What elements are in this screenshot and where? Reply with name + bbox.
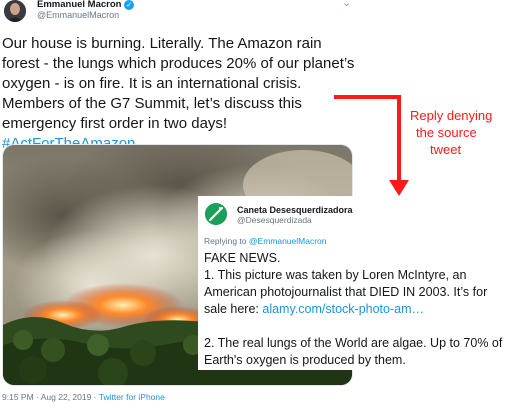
author-handle[interactable]: @EmmanuelMacron — [37, 10, 119, 20]
author-name[interactable]: Emmanuel Macron — [37, 0, 121, 10]
reply-line-3: 2. The real lungs of the World are algae… — [204, 336, 503, 367]
reply-spacer — [204, 318, 504, 335]
reply-source-link[interactable]: alamy.com/stock-photo-am… — [262, 302, 424, 316]
reply-line-1: FAKE NEWS. — [204, 251, 281, 265]
annotation-line-horizontal — [334, 95, 401, 99]
replying-to-prefix: Replying to — [204, 236, 249, 246]
reply-author-name[interactable]: Caneta Desesquerdizadora — [237, 205, 353, 215]
verified-badge-icon: ✓ — [124, 0, 134, 10]
annotation-line-1: Reply denying — [410, 108, 493, 123]
annotation-arrowhead-icon — [389, 180, 409, 196]
replying-to-mention[interactable]: @EmmanuelMacron — [249, 236, 327, 246]
reply-author-handle[interactable]: @Desesquerdizada — [237, 215, 312, 225]
reply-text: FAKE NEWS. 1. This picture was taken by … — [204, 250, 504, 369]
tweet-source-link[interactable]: Twitter for iPhone — [99, 392, 165, 402]
reply-avatar[interactable] — [205, 203, 227, 225]
annotation-line-3: tweet — [430, 142, 462, 157]
annotation-line-vertical — [397, 95, 401, 183]
reply-line-2: 1. This picture was taken by Loren McInt… — [204, 267, 504, 318]
annotation-line-2: the source — [416, 125, 477, 140]
chevron-down-icon[interactable]: ⌄ — [342, 0, 351, 9]
tweet-timestamp[interactable]: 9:15 PM · Aug 22, 2019 · — [2, 392, 99, 402]
replying-to-line: Replying to @EmmanuelMacron — [204, 236, 327, 246]
tweet-footer: 9:15 PM · Aug 22, 2019 · Twitter for iPh… — [2, 392, 165, 402]
tweet-text-main: Our house is burning. Literally. The Ama… — [2, 35, 355, 132]
annotation-text: Reply denying the source tweet — [410, 107, 492, 158]
tweet-text: Our house is burning. Literally. The Ama… — [2, 34, 357, 154]
author-avatar[interactable] — [4, 0, 26, 22]
